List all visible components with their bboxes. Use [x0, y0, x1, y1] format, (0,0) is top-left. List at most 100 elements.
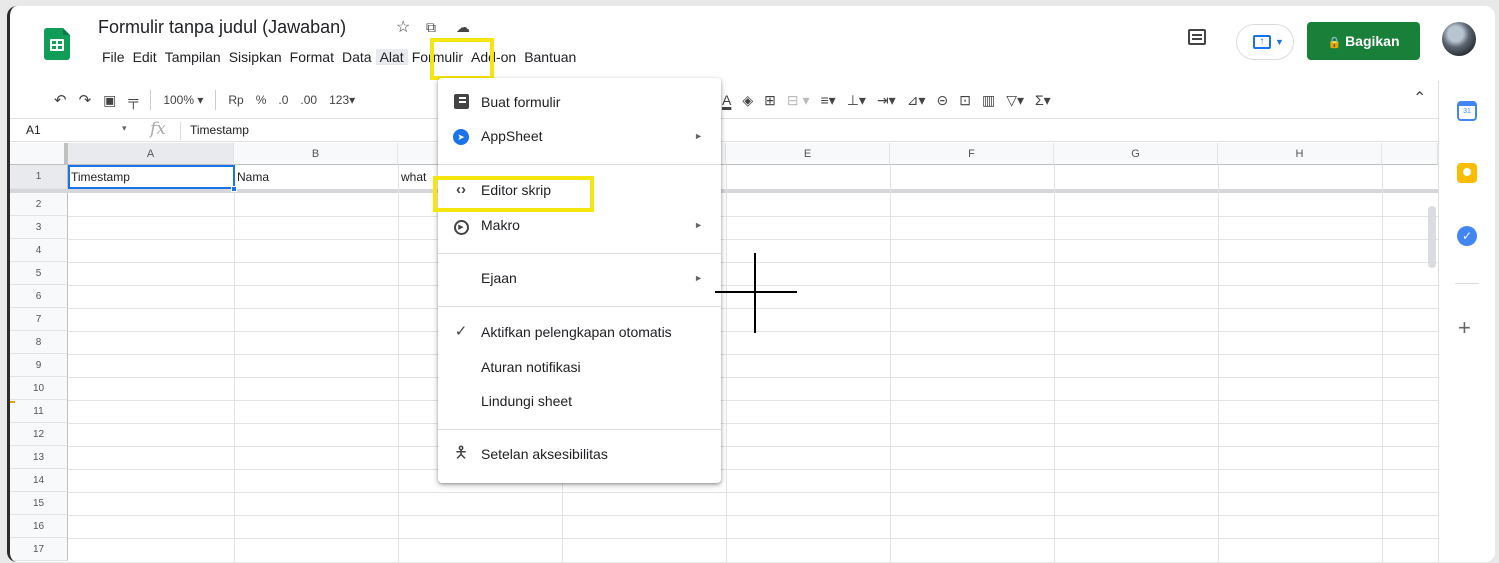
frozen-row-divider[interactable]: [10, 189, 1438, 193]
row-header-1[interactable]: 1: [10, 165, 68, 189]
vertical-align-icon[interactable]: ⊥▾: [847, 92, 866, 109]
select-all-corner[interactable]: [10, 143, 68, 165]
more-formats-button[interactable]: 123▾: [329, 93, 355, 107]
comment-history-icon[interactable]: [1188, 29, 1206, 45]
row-header-15[interactable]: 15: [10, 492, 68, 515]
insert-link-icon[interactable]: ⊝: [936, 92, 948, 109]
menu-separator: [438, 164, 721, 165]
insert-comment-icon[interactable]: ⊡: [959, 92, 971, 109]
column-header-g[interactable]: G: [1054, 143, 1218, 165]
calendar-icon[interactable]: 31: [1457, 101, 1477, 121]
present-icon: ↑: [1253, 35, 1271, 49]
menu-item-appsheet[interactable]: ➤ AppSheet ►: [438, 120, 721, 152]
text-wrap-icon[interactable]: ⇥▾: [877, 92, 896, 109]
row-header-7[interactable]: 7: [10, 308, 68, 331]
menu-item-aturan-notifikasi[interactable]: Aturan notifikasi: [438, 351, 721, 383]
document-title[interactable]: Formulir tanpa judul (Jawaban): [98, 17, 346, 38]
menu-item-ejaan[interactable]: Ejaan ►: [438, 262, 721, 294]
undo-icon[interactable]: ↶: [54, 91, 67, 109]
menu-item-lindungi-sheet[interactable]: Lindungi sheet: [438, 385, 721, 417]
keep-icon[interactable]: [1457, 163, 1477, 183]
highlight-box-editor-skrip: [433, 176, 594, 212]
redo-icon[interactable]: ↷: [79, 91, 92, 109]
row-header-11[interactable]: 11: [10, 400, 68, 423]
paint-format-icon[interactable]: ╤: [128, 92, 138, 108]
menu-item-autocomplete[interactable]: ✓ Aktifkan pelengkapan otomatis: [438, 316, 721, 348]
gridline: [68, 239, 1438, 240]
star-icon[interactable]: ☆: [396, 17, 410, 37]
percent-format-button[interactable]: %: [256, 93, 267, 107]
tasks-icon[interactable]: ✓: [1457, 226, 1477, 246]
row-header-12[interactable]: 12: [10, 423, 68, 446]
text-color-icon[interactable]: A: [722, 92, 731, 108]
cell-b1[interactable]: Nama: [234, 166, 398, 188]
row-header-10[interactable]: 10: [10, 377, 68, 400]
fill-handle[interactable]: [231, 186, 237, 192]
add-addon-icon[interactable]: +: [1458, 315, 1471, 341]
menu-item-setelan-aksesibilitas[interactable]: 🯅 Setelan aksesibilitas: [438, 438, 721, 470]
fx-icon: fx: [150, 119, 166, 139]
text-rotation-icon[interactable]: ⊿▾: [907, 92, 926, 109]
menu-edit[interactable]: Edit: [129, 49, 161, 65]
zoom-select[interactable]: 100% ▾: [163, 93, 203, 107]
menu-data[interactable]: Data: [338, 49, 376, 65]
column-header-b[interactable]: B: [234, 143, 398, 165]
share-button[interactable]: 🔒 Bagikan: [1307, 22, 1420, 60]
gridline: [68, 469, 1438, 470]
merge-cells-icon[interactable]: ⊟ ▾: [787, 92, 810, 109]
selected-cell-outline: [68, 165, 235, 189]
column-header-f[interactable]: F: [890, 143, 1054, 165]
horizontal-align-icon[interactable]: ≡▾: [821, 92, 836, 109]
fill-color-icon[interactable]: ◈: [742, 92, 753, 109]
decrease-decimal-button[interactable]: .0: [278, 93, 288, 107]
menu-format[interactable]: Format: [286, 49, 338, 65]
form-icon: [450, 86, 472, 121]
insert-chart-icon[interactable]: ▥: [982, 92, 995, 109]
edge-marker: [10, 401, 15, 403]
row-header-14[interactable]: 14: [10, 469, 68, 492]
spreadsheet-grid[interactable]: A B C D E F G H 1 2 3 4 5 6 7 8 9 10 11 …: [10, 143, 1438, 562]
collapse-menus-icon[interactable]: ⌃: [1413, 88, 1426, 108]
filter-icon[interactable]: ▽▾: [1006, 92, 1024, 109]
column-header-e[interactable]: E: [726, 143, 890, 165]
toolbar-right: A ◈ ⊞ ⊟ ▾ ≡▾ ⊥▾ ⇥▾ ⊿▾ ⊝ ⊡ ▥ ▽▾ Σ▾: [722, 88, 1051, 112]
menu-sisipkan[interactable]: Sisipkan: [225, 49, 286, 65]
row-header-4[interactable]: 4: [10, 239, 68, 262]
currency-format-button[interactable]: Rp: [228, 93, 243, 107]
row-header-3[interactable]: 3: [10, 216, 68, 239]
row-header-16[interactable]: 16: [10, 515, 68, 538]
share-label: Bagikan: [1345, 33, 1400, 49]
menu-item-buat-formulir[interactable]: Buat formulir: [438, 86, 721, 118]
functions-icon[interactable]: Σ▾: [1035, 92, 1051, 109]
vertical-scrollbar[interactable]: [1428, 206, 1436, 268]
row-header-5[interactable]: 5: [10, 262, 68, 285]
name-box[interactable]: A1: [26, 123, 41, 137]
menu-bantuan[interactable]: Bantuan: [520, 49, 580, 65]
menu-file[interactable]: File: [98, 49, 129, 65]
sheets-logo[interactable]: [44, 28, 70, 60]
print-icon[interactable]: ▣: [103, 92, 116, 109]
column-header-h[interactable]: H: [1218, 143, 1382, 165]
cell-c1[interactable]: what: [398, 166, 438, 188]
column-header-partial[interactable]: [1382, 143, 1438, 165]
row-header-9[interactable]: 9: [10, 354, 68, 377]
borders-icon[interactable]: ⊞: [764, 92, 776, 109]
play-circle-icon: ▶: [450, 209, 472, 241]
menu-item-makro[interactable]: ▶ Makro ►: [438, 209, 721, 241]
increase-decimal-button[interactable]: .00: [300, 93, 317, 107]
row-header-13[interactable]: 13: [10, 446, 68, 469]
name-box-chevron-icon[interactable]: ▾: [122, 123, 127, 134]
row-header-6[interactable]: 6: [10, 285, 68, 308]
row-header-17[interactable]: 17: [10, 538, 68, 561]
menu-alat[interactable]: Alat: [375, 49, 408, 65]
present-button[interactable]: ↑ ▼: [1236, 24, 1294, 60]
avatar[interactable]: [1442, 22, 1476, 56]
move-folder-icon[interactable]: ⧉: [426, 19, 436, 36]
cloud-status-icon[interactable]: ☁: [456, 19, 470, 36]
gridline: [68, 354, 1438, 355]
row-header-8[interactable]: 8: [10, 331, 68, 354]
row-header-2[interactable]: 2: [10, 193, 68, 216]
menu-tampilan[interactable]: Tampilan: [161, 49, 225, 65]
formula-input[interactable]: Timestamp: [190, 123, 249, 137]
column-header-a[interactable]: A: [68, 143, 234, 165]
